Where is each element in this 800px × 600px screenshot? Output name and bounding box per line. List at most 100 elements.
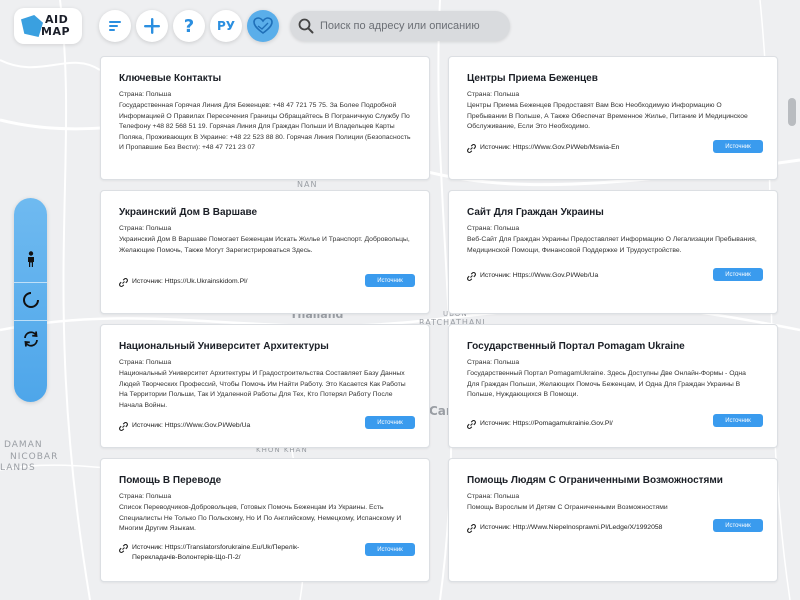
logo-text: AID MAP (37, 14, 70, 38)
help-icon: ? (183, 15, 195, 37)
source-button[interactable]: Источник (713, 140, 763, 153)
card-country: Страна: Польша (119, 359, 172, 366)
card-description: Центры Приема Беженцев Предоставят Вам В… (467, 102, 748, 131)
sync-button[interactable] (14, 324, 47, 354)
scrollbar-track[interactable] (786, 58, 798, 598)
card-description: Государственная Горячая Линия Для Беженц… (119, 102, 411, 152)
link-icon (119, 278, 128, 287)
plus-icon (144, 18, 160, 34)
card-source-text[interactable]: Источник: Https://Www.Gov.Pl/Web/Ua (480, 271, 680, 281)
link-icon (467, 524, 476, 533)
card-source: Источник: Https://Pomagamukrainie.Gov.Pl… (467, 419, 680, 429)
map-tools-panel (14, 198, 47, 402)
card-source-text[interactable]: Источник: Https://Translatorsforukraine.… (132, 543, 332, 563)
add-button[interactable] (136, 10, 168, 42)
heart-hands-icon (253, 17, 273, 34)
source-prefix: Источник: (132, 422, 163, 429)
menu-icon (109, 21, 121, 31)
card-source: Источник: Https://Www.Gov.Pl/Web/Ua (119, 421, 332, 431)
source-prefix: Источник: (480, 524, 511, 531)
menu-button[interactable] (99, 10, 131, 42)
logo-line-2: MAP (41, 25, 71, 38)
search-icon (298, 18, 314, 34)
card-description: Национальный Университет Архитектуры И Г… (119, 370, 406, 409)
card-country: Страна: Польша (467, 91, 520, 98)
card-title: Ключевые Контакты (119, 73, 222, 84)
card-title: Украинский Дом В Варшаве (119, 207, 258, 218)
resource-card: Центры Приема Беженцев Страна: Польша Цент… (448, 56, 778, 180)
card-title: Государственный Портал Pomagam Ukraine (467, 341, 685, 352)
card-country: Страна: Польша (119, 493, 172, 500)
link-icon (119, 544, 128, 553)
sync-icon (23, 331, 38, 347)
card-country: Страна: Польша (467, 225, 520, 232)
map-label-islands: LANDS (0, 463, 36, 473)
resource-card: Сайт Для Граждан Украины Страна: Польша Ве… (448, 190, 778, 314)
source-url[interactable]: Http://Www.Niepelnosprawni.Pl/Ledge/X/19… (513, 524, 663, 531)
resource-card: Национальный Университет Архитектуры Стра… (100, 324, 430, 448)
map-label-nicobar: NICOBAR (10, 452, 59, 462)
link-icon (467, 420, 476, 429)
aid-heart-button[interactable] (247, 10, 279, 42)
card-description: Государственный Портал PomagamUkraine. З… (467, 370, 746, 399)
source-button[interactable]: Источник (713, 268, 763, 281)
resource-card: Государственный Портал Pomagam Ukraine Ст… (448, 324, 778, 448)
resource-card: Украинский Дом В Варшаве Страна: Польша Ук… (100, 190, 430, 314)
source-button[interactable]: Источник (713, 414, 763, 427)
link-icon (467, 144, 476, 153)
resource-card: Помощь В Переводе Страна: Польша Список Пе… (100, 458, 430, 582)
card-source-text[interactable]: Источник: Https://Pomagamukrainie.Gov.Pl… (480, 419, 680, 429)
source-button[interactable]: Источник (713, 519, 763, 532)
scrollbar-thumb[interactable] (788, 98, 796, 126)
link-icon (119, 422, 128, 431)
card-source: Источник: Https://Translatorsforukraine.… (119, 543, 332, 563)
card-country: Страна: Польша (467, 493, 520, 500)
source-prefix: Источник: (480, 272, 511, 279)
link-icon (467, 272, 476, 281)
help-button[interactable]: ? (173, 10, 205, 42)
resource-card: Помощь Людям С Ограниченными Возможностя… (448, 458, 778, 582)
card-source: Источник: Https://Www.Gov.Pl/Web/Ua (467, 271, 680, 281)
search-input[interactable] (320, 20, 500, 32)
refresh-button[interactable] (14, 285, 47, 315)
card-description: Список Переводчиков-Добровольцев, Готовы… (119, 504, 402, 533)
card-country: Страна: Польша (119, 225, 172, 232)
source-url[interactable]: Https://Www.Gov.Pl/Web/Ua (165, 422, 251, 429)
card-source-text[interactable]: Источник: Http://Www.Niepelnosprawni.Pl/… (480, 523, 680, 533)
source-prefix: Источник: (132, 544, 163, 551)
card-country: Страна: Польша (119, 91, 172, 98)
loading-icon (22, 292, 39, 308)
person-icon (27, 251, 34, 267)
source-button[interactable]: Источник (365, 274, 415, 287)
app-logo[interactable]: AID MAP (14, 8, 82, 44)
toolbar-separator (14, 282, 47, 283)
card-title: Центры Приема Беженцев (467, 73, 598, 84)
card-source-text[interactable]: Источник: Https://Www.Gov.Pl/Web/Mswia-E… (480, 143, 680, 153)
language-button[interactable]: РУ (210, 10, 242, 42)
card-description: Веб-Сайт Для Граждан Украины Предоставля… (467, 236, 757, 254)
source-url[interactable]: Https://Www.Gov.Pl/Web/Mswia-En (513, 144, 620, 151)
source-button[interactable]: Источник (365, 416, 415, 429)
card-title: Сайт Для Граждан Украины (467, 207, 604, 218)
card-source-text[interactable]: Источник: Https://Www.Gov.Pl/Web/Ua (132, 421, 332, 431)
source-url[interactable]: Https://Www.Gov.Pl/Web/Ua (513, 272, 599, 279)
source-prefix: Источник: (480, 144, 511, 151)
source-url[interactable]: Https://Pomagamukrainie.Gov.Pl/ (513, 420, 613, 427)
logo-mark: AID MAP (21, 12, 75, 40)
card-description: Помощь Взрослым И Детям С Ограниченными … (467, 504, 668, 511)
source-button[interactable]: Источник (365, 543, 415, 556)
search-bar[interactable] (290, 11, 510, 41)
card-title: Помощь Людям С Ограниченными Возможностя… (467, 475, 723, 486)
map-label-andaman: DAMAN (4, 440, 43, 450)
source-url[interactable]: Https://Uk.Ukrainskidom.Pl/ (165, 278, 248, 285)
card-source-text[interactable]: Источник: Https://Uk.Ukrainskidom.Pl/ (132, 277, 332, 287)
toolbar-separator (14, 320, 47, 321)
card-title: Национальный Университет Архитектуры (119, 341, 329, 352)
person-locate-button[interactable] (14, 244, 47, 274)
card-source: Источник: Https://Www.Gov.Pl/Web/Mswia-E… (467, 143, 680, 153)
card-country: Страна: Польша (467, 359, 520, 366)
source-prefix: Источник: (132, 278, 163, 285)
card-description: Украинский Дом В Варшаве Помогает Беженц… (119, 236, 410, 254)
card-source: Источник: Https://Uk.Ukrainskidom.Pl/ (119, 277, 332, 287)
top-toolbar: AID MAP ? РУ (0, 0, 800, 50)
